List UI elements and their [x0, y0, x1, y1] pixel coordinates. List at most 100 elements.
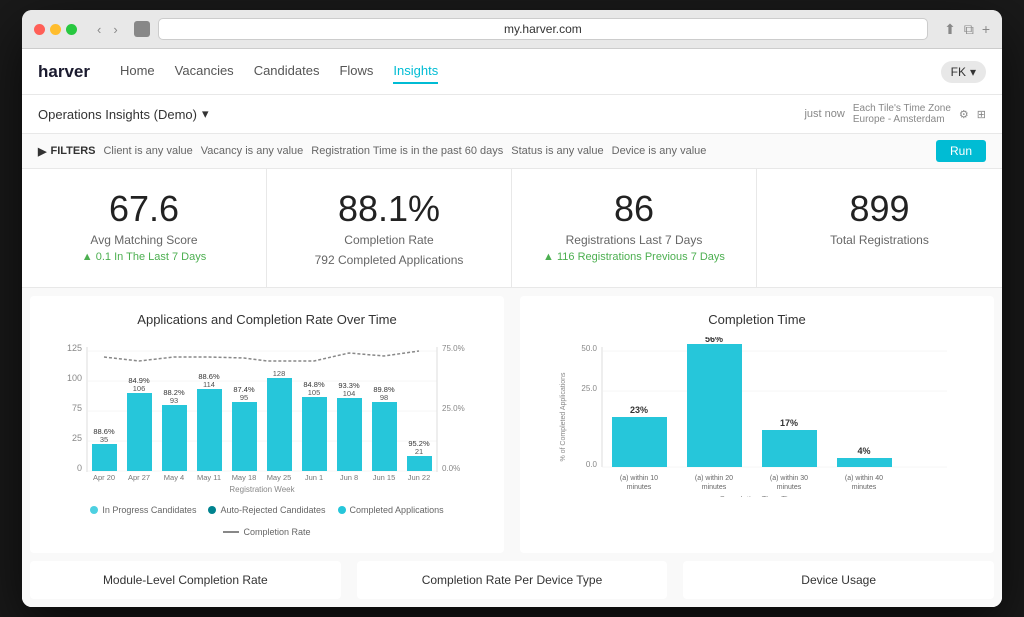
- svg-text:95.2%: 95.2%: [408, 439, 430, 448]
- dashboard-name: Operations Insights (Demo): [38, 107, 197, 122]
- metric-matching-score: 67.6 Avg Matching Score ▲ 0.1 In The Las…: [22, 169, 267, 287]
- module-completion-title: Module-Level Completion Rate: [42, 573, 329, 587]
- svg-text:minutes: minutes: [852, 484, 877, 491]
- svg-text:88.2%: 88.2%: [163, 388, 185, 397]
- add-tab-button[interactable]: +: [982, 21, 990, 38]
- run-button[interactable]: Run: [936, 140, 986, 162]
- nav-items: Home Vacancies Candidates Flows Insights: [120, 59, 921, 84]
- svg-text:Jun 15: Jun 15: [373, 473, 396, 482]
- metric-value-score: 67.6: [38, 189, 250, 229]
- svg-text:Jun 1: Jun 1: [305, 473, 323, 482]
- gear-icon[interactable]: ⚙: [959, 108, 969, 121]
- svg-text:Jun 22: Jun 22: [408, 473, 431, 482]
- metric-registrations-7d: 86 Registrations Last 7 Days ▲ 116 Regis…: [512, 169, 757, 287]
- svg-text:0.0%: 0.0%: [442, 464, 460, 473]
- svg-text:104: 104: [343, 389, 356, 398]
- svg-text:84.8%: 84.8%: [303, 380, 325, 389]
- svg-text:105: 105: [308, 388, 321, 397]
- svg-text:May 4: May 4: [164, 473, 184, 482]
- charts-row: Applications and Completion Rate Over Ti…: [22, 288, 1002, 561]
- svg-text:(a) within 30: (a) within 30: [770, 475, 808, 482]
- metric-total-registrations: 899 Total Registrations: [757, 169, 1002, 287]
- settings-icons: ⚙ ⊞: [959, 108, 986, 121]
- svg-text:(a) within 40: (a) within 40: [845, 475, 883, 482]
- filter-registration-time[interactable]: Registration Time is in the past 60 days: [311, 145, 503, 157]
- user-badge[interactable]: FK ▾: [941, 61, 986, 83]
- svg-text:93: 93: [170, 396, 178, 405]
- completion-rate-line: [223, 531, 239, 533]
- completion-time-chart: 50.0 25.0 0.0 23% (a) within 10 minutes: [536, 337, 978, 497]
- svg-text:(a) within 10: (a) within 10: [620, 475, 658, 482]
- close-button[interactable]: [34, 24, 45, 35]
- filter-chevron-icon: ▶: [38, 145, 46, 158]
- nav-candidates[interactable]: Candidates: [254, 59, 320, 84]
- svg-text:Registration Week: Registration Week: [229, 485, 295, 494]
- maximize-button[interactable]: [66, 24, 77, 35]
- completion-time-title: Completion Time: [536, 312, 978, 327]
- svg-text:95: 95: [240, 393, 248, 402]
- metric-sub-completion: 792 Completed Applications: [283, 253, 495, 267]
- filters-bar: ▶ FILTERS Client is any value Vacancy is…: [22, 134, 1002, 169]
- filters-label: ▶ FILTERS: [38, 145, 95, 158]
- nav-vacancies[interactable]: Vacancies: [175, 59, 234, 84]
- svg-text:125: 125: [67, 343, 82, 353]
- svg-text:May 25: May 25: [267, 473, 292, 482]
- timestamp: just now: [804, 108, 844, 120]
- nav-flows[interactable]: Flows: [339, 59, 373, 84]
- svg-text:84.9%: 84.9%: [128, 376, 150, 385]
- svg-text:minutes: minutes: [777, 484, 802, 491]
- svg-text:4%: 4%: [857, 446, 870, 456]
- svg-text:87.4%: 87.4%: [233, 385, 255, 394]
- user-initials: FK: [951, 65, 966, 79]
- dashboard-select[interactable]: Operations Insights (Demo) ▾: [38, 106, 208, 122]
- svg-text:May 18: May 18: [232, 473, 257, 482]
- completion-time-panel: Completion Time 50.0 25.0 0.0: [520, 296, 994, 553]
- svg-text:89.8%: 89.8%: [373, 385, 395, 394]
- svg-text:25.0%: 25.0%: [442, 404, 465, 413]
- page-icon: [134, 21, 150, 37]
- address-bar[interactable]: my.harver.com: [158, 18, 928, 40]
- grid-icon[interactable]: ⊞: [977, 108, 986, 121]
- svg-text:0.0: 0.0: [586, 460, 598, 469]
- svg-text:minutes: minutes: [702, 484, 727, 491]
- top-nav: harver Home Vacancies Candidates Flows I…: [22, 49, 1002, 95]
- browser-window: ‹ › my.harver.com ⬆ ⧉ + harver Home Vaca…: [22, 10, 1002, 607]
- user-chevron: ▾: [970, 65, 976, 79]
- svg-text:35: 35: [100, 435, 108, 444]
- svg-text:114: 114: [203, 380, 215, 389]
- svg-text:23%: 23%: [630, 405, 648, 415]
- metric-completion-rate: 88.1% Completion Rate 792 Completed Appl…: [267, 169, 512, 287]
- filter-device[interactable]: Device is any value: [612, 145, 707, 157]
- svg-text:Apr 27: Apr 27: [128, 473, 150, 482]
- forward-button[interactable]: ›: [109, 20, 121, 39]
- legend-completion-rate: Completion Rate: [223, 527, 310, 537]
- duplicate-button[interactable]: ⧉: [964, 21, 974, 38]
- sub-nav: Operations Insights (Demo) ▾ just now Ea…: [22, 95, 1002, 134]
- svg-text:May 11: May 11: [197, 473, 221, 482]
- nav-insights[interactable]: Insights: [393, 59, 438, 84]
- svg-text:75: 75: [72, 403, 82, 413]
- legend-completed: Completed Applications: [338, 505, 444, 515]
- browser-actions: ⬆ ⧉ +: [944, 21, 990, 38]
- minimize-button[interactable]: [50, 24, 61, 35]
- svg-text:75.0%: 75.0%: [442, 344, 465, 353]
- completed-color: [338, 506, 346, 514]
- filter-client[interactable]: Client is any value: [103, 145, 192, 157]
- svg-text:88.6%: 88.6%: [198, 372, 220, 381]
- back-button[interactable]: ‹: [93, 20, 105, 39]
- svg-text:98: 98: [380, 393, 388, 402]
- svg-text:106: 106: [133, 384, 146, 393]
- device-usage-panel: Device Usage: [683, 561, 994, 599]
- dashboard-chevron-icon: ▾: [202, 106, 209, 122]
- filter-status[interactable]: Status is any value: [511, 145, 603, 157]
- svg-text:100: 100: [67, 373, 82, 383]
- metric-value-reg7d: 86: [528, 189, 740, 229]
- share-button[interactable]: ⬆: [944, 21, 956, 38]
- svg-text:93.3%: 93.3%: [338, 381, 360, 390]
- svg-text:0: 0: [77, 463, 82, 473]
- filter-vacancy[interactable]: Vacancy is any value: [201, 145, 304, 157]
- nav-home[interactable]: Home: [120, 59, 155, 84]
- sub-nav-right: just now Each Tile's Time Zone Europe - …: [804, 103, 986, 125]
- bottom-charts-row: Module-Level Completion Rate Completion …: [22, 561, 1002, 607]
- completion-device-type-title: Completion Rate Per Device Type: [369, 573, 656, 587]
